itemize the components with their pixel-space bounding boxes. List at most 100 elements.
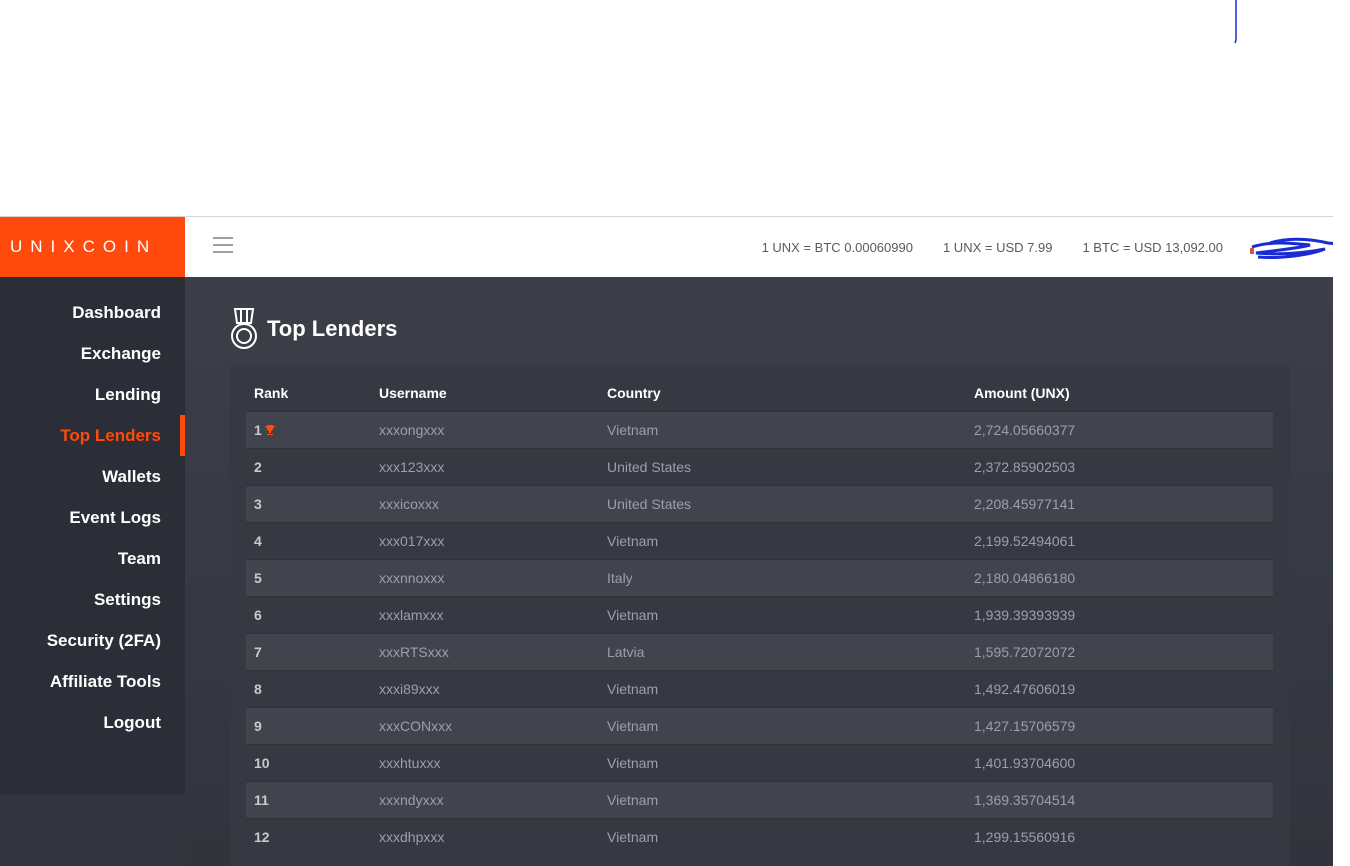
amount-cell-text: 1,595.72072072: [974, 643, 1076, 660]
sidebar-item-event-logs[interactable]: Event Logs: [0, 497, 185, 538]
blank-top-area: [0, 0, 1350, 216]
country-cell-text: Vietnam: [607, 828, 659, 845]
amount-cell-text: 1,401.93704600: [974, 754, 1076, 771]
rank-cell: 10: [246, 743, 371, 781]
username-cell-text: xxxdhpxxx: [379, 828, 445, 845]
hamburger-menu-icon[interactable]: [213, 237, 235, 253]
header-username[interactable]: Username: [371, 375, 599, 411]
country-cell-text: Latvia: [607, 643, 645, 660]
rank-cell-text: 4: [254, 532, 262, 549]
rank-cell: 3: [246, 484, 371, 522]
sidebar-item-top-lenders[interactable]: Top Lenders: [0, 415, 185, 456]
country-cell-text: Vietnam: [607, 532, 659, 549]
amount-cell-text: 2,208.45977141: [974, 495, 1076, 512]
top-header: UNIXCOIN 1 UNX = BTC 0.00060990 1 UNX = …: [0, 217, 1333, 277]
table-row: 10 xxxhtuxxx Vietnam 1,401.93704600: [246, 743, 1273, 781]
page-title: Top Lenders: [267, 316, 398, 341]
rank-cell-text: 3: [254, 495, 262, 512]
trophy-icon: [264, 424, 275, 435]
brand-logo[interactable]: UNIXCOIN: [0, 217, 185, 277]
header-amount[interactable]: Amount (UNX): [966, 375, 1273, 411]
amount-cell: 1,939.39393939: [966, 595, 1273, 633]
rank-cell-text: 9: [254, 717, 262, 734]
amount-cell: 1,427.15706579: [966, 706, 1273, 744]
sidebar-nav: Dashboard Exchange Lending Top Lenders Walle…: [0, 277, 185, 743]
rank-cell: 2: [246, 447, 371, 485]
table-row: 8 xxxi89xxx Vietnam 1,492.47606019: [246, 669, 1273, 707]
username-cell: xxxlamxxx: [371, 595, 599, 633]
rank-cell: 12: [246, 817, 371, 855]
amount-cell: 2,724.05660377: [966, 410, 1273, 448]
top-lenders-card: Rank Username Country Amount (UNX) 1 xxxo…: [230, 365, 1290, 866]
rank-cell-text: 6: [254, 606, 262, 623]
rank-cell-text: 10: [254, 754, 270, 771]
username-cell-text: xxxongxxx: [379, 421, 445, 438]
table-row: 7 xxxRTSxxx Latvia 1,595.72072072: [246, 632, 1273, 670]
username-cell-text: xxx017xxx: [379, 532, 445, 549]
sidebar-item-logout[interactable]: Logout: [0, 702, 185, 743]
amount-cell-text: 1,369.35704514: [974, 791, 1076, 808]
username-cell-text: xxxi89xxx: [379, 680, 440, 697]
amount-cell: 2,372.85902503: [966, 447, 1273, 485]
amount-cell-text: 2,372.85902503: [974, 458, 1076, 475]
amount-cell: 1,595.72072072: [966, 632, 1273, 670]
table-row: 12 xxxdhpxxx Vietnam 1,299.15560916: [246, 817, 1273, 855]
sidebar-item-affiliate-tools[interactable]: Affiliate Tools: [0, 661, 185, 702]
country-cell: Vietnam: [599, 780, 966, 818]
amount-cell-text: 2,724.05660377: [974, 421, 1076, 438]
rank-cell-text: 8: [254, 680, 262, 697]
username-cell-text: xxxlamxxx: [379, 606, 444, 623]
username-cell: xxxdhpxxx: [371, 817, 599, 855]
country-cell: Latvia: [599, 632, 966, 670]
amount-cell-text: 1,492.47606019: [974, 680, 1076, 697]
rate-unx-usd: 1 UNX = USD 7.99: [942, 239, 1053, 255]
rank-cell: 9: [246, 706, 371, 744]
sidebar-item-team[interactable]: Team: [0, 538, 185, 579]
sidebar-item-wallets[interactable]: Wallets: [0, 456, 185, 497]
amount-cell-text: 1,427.15706579: [974, 717, 1076, 734]
rate-unx-btc: 1 UNX = BTC 0.00060990: [761, 239, 913, 255]
rank-cell-text: 7: [254, 643, 262, 660]
sidebar-item-lending[interactable]: Lending: [0, 374, 185, 415]
username-cell: xxxongxxx: [371, 410, 599, 448]
table-row: 9 xxxCONxxx Vietnam 1,427.15706579: [246, 706, 1273, 744]
username-cell: xxxnnoxxx: [371, 558, 599, 596]
country-cell: Vietnam: [599, 410, 966, 448]
username-cell: xxxCONxxx: [371, 706, 599, 744]
country-cell: Vietnam: [599, 521, 966, 559]
country-cell: United States: [599, 484, 966, 522]
username-cell-text: xxxicoxxx: [379, 495, 439, 512]
amount-cell: 1,369.35704514: [966, 780, 1273, 818]
sidebar-item-settings[interactable]: Settings: [0, 579, 185, 620]
username-cell-text: xxx123xxx: [379, 458, 445, 475]
table-row: 11 xxxndyxxx Vietnam 1,369.35704514: [246, 780, 1273, 818]
rank-cell: 8: [246, 669, 371, 707]
country-cell-text: Vietnam: [607, 421, 659, 438]
sidebar-item-dashboard[interactable]: Dashboard: [0, 292, 185, 333]
header-rank[interactable]: Rank: [246, 375, 371, 411]
exchange-rates: 1 UNX = BTC 0.00060990 1 UNX = USD 7.99 …: [762, 217, 1223, 277]
header-country[interactable]: Country: [599, 375, 966, 411]
username-cell-text: xxxCONxxx: [379, 717, 453, 734]
table-row: 5 xxxnnoxxx Italy 2,180.04866180: [246, 558, 1273, 596]
username-cell: xxxRTSxxx: [371, 632, 599, 670]
country-cell-text: Vietnam: [607, 754, 659, 771]
sidebar-item-exchange[interactable]: Exchange: [0, 333, 185, 374]
amount-cell: 1,401.93704600: [966, 743, 1273, 781]
sidebar-item-security-2fa[interactable]: Security (2FA): [0, 620, 185, 661]
table-row: 2 xxx123xxx United States 2,372.85902503: [246, 447, 1273, 485]
rank-cell-text: 2: [254, 458, 262, 475]
medal-icon: [231, 308, 257, 349]
redacted-user-scribble: [1250, 237, 1333, 259]
country-cell-text: Vietnam: [607, 717, 659, 734]
sidebar: Dashboard Exchange Lending Top Lenders Walle…: [0, 277, 185, 794]
username-cell: xxx123xxx: [371, 447, 599, 485]
table-row: 3 xxxicoxxx United States 2,208.45977141: [246, 484, 1273, 522]
amount-cell: 1,299.15560916: [966, 817, 1273, 855]
country-cell: Italy: [599, 558, 966, 596]
page-header: Top Lenders: [229, 307, 397, 351]
country-cell-text: Vietnam: [607, 791, 659, 808]
amount-cell-text: 1,299.15560916: [974, 828, 1076, 845]
country-cell-text: Vietnam: [607, 606, 659, 623]
amount-cell: 2,199.52494061: [966, 521, 1273, 559]
